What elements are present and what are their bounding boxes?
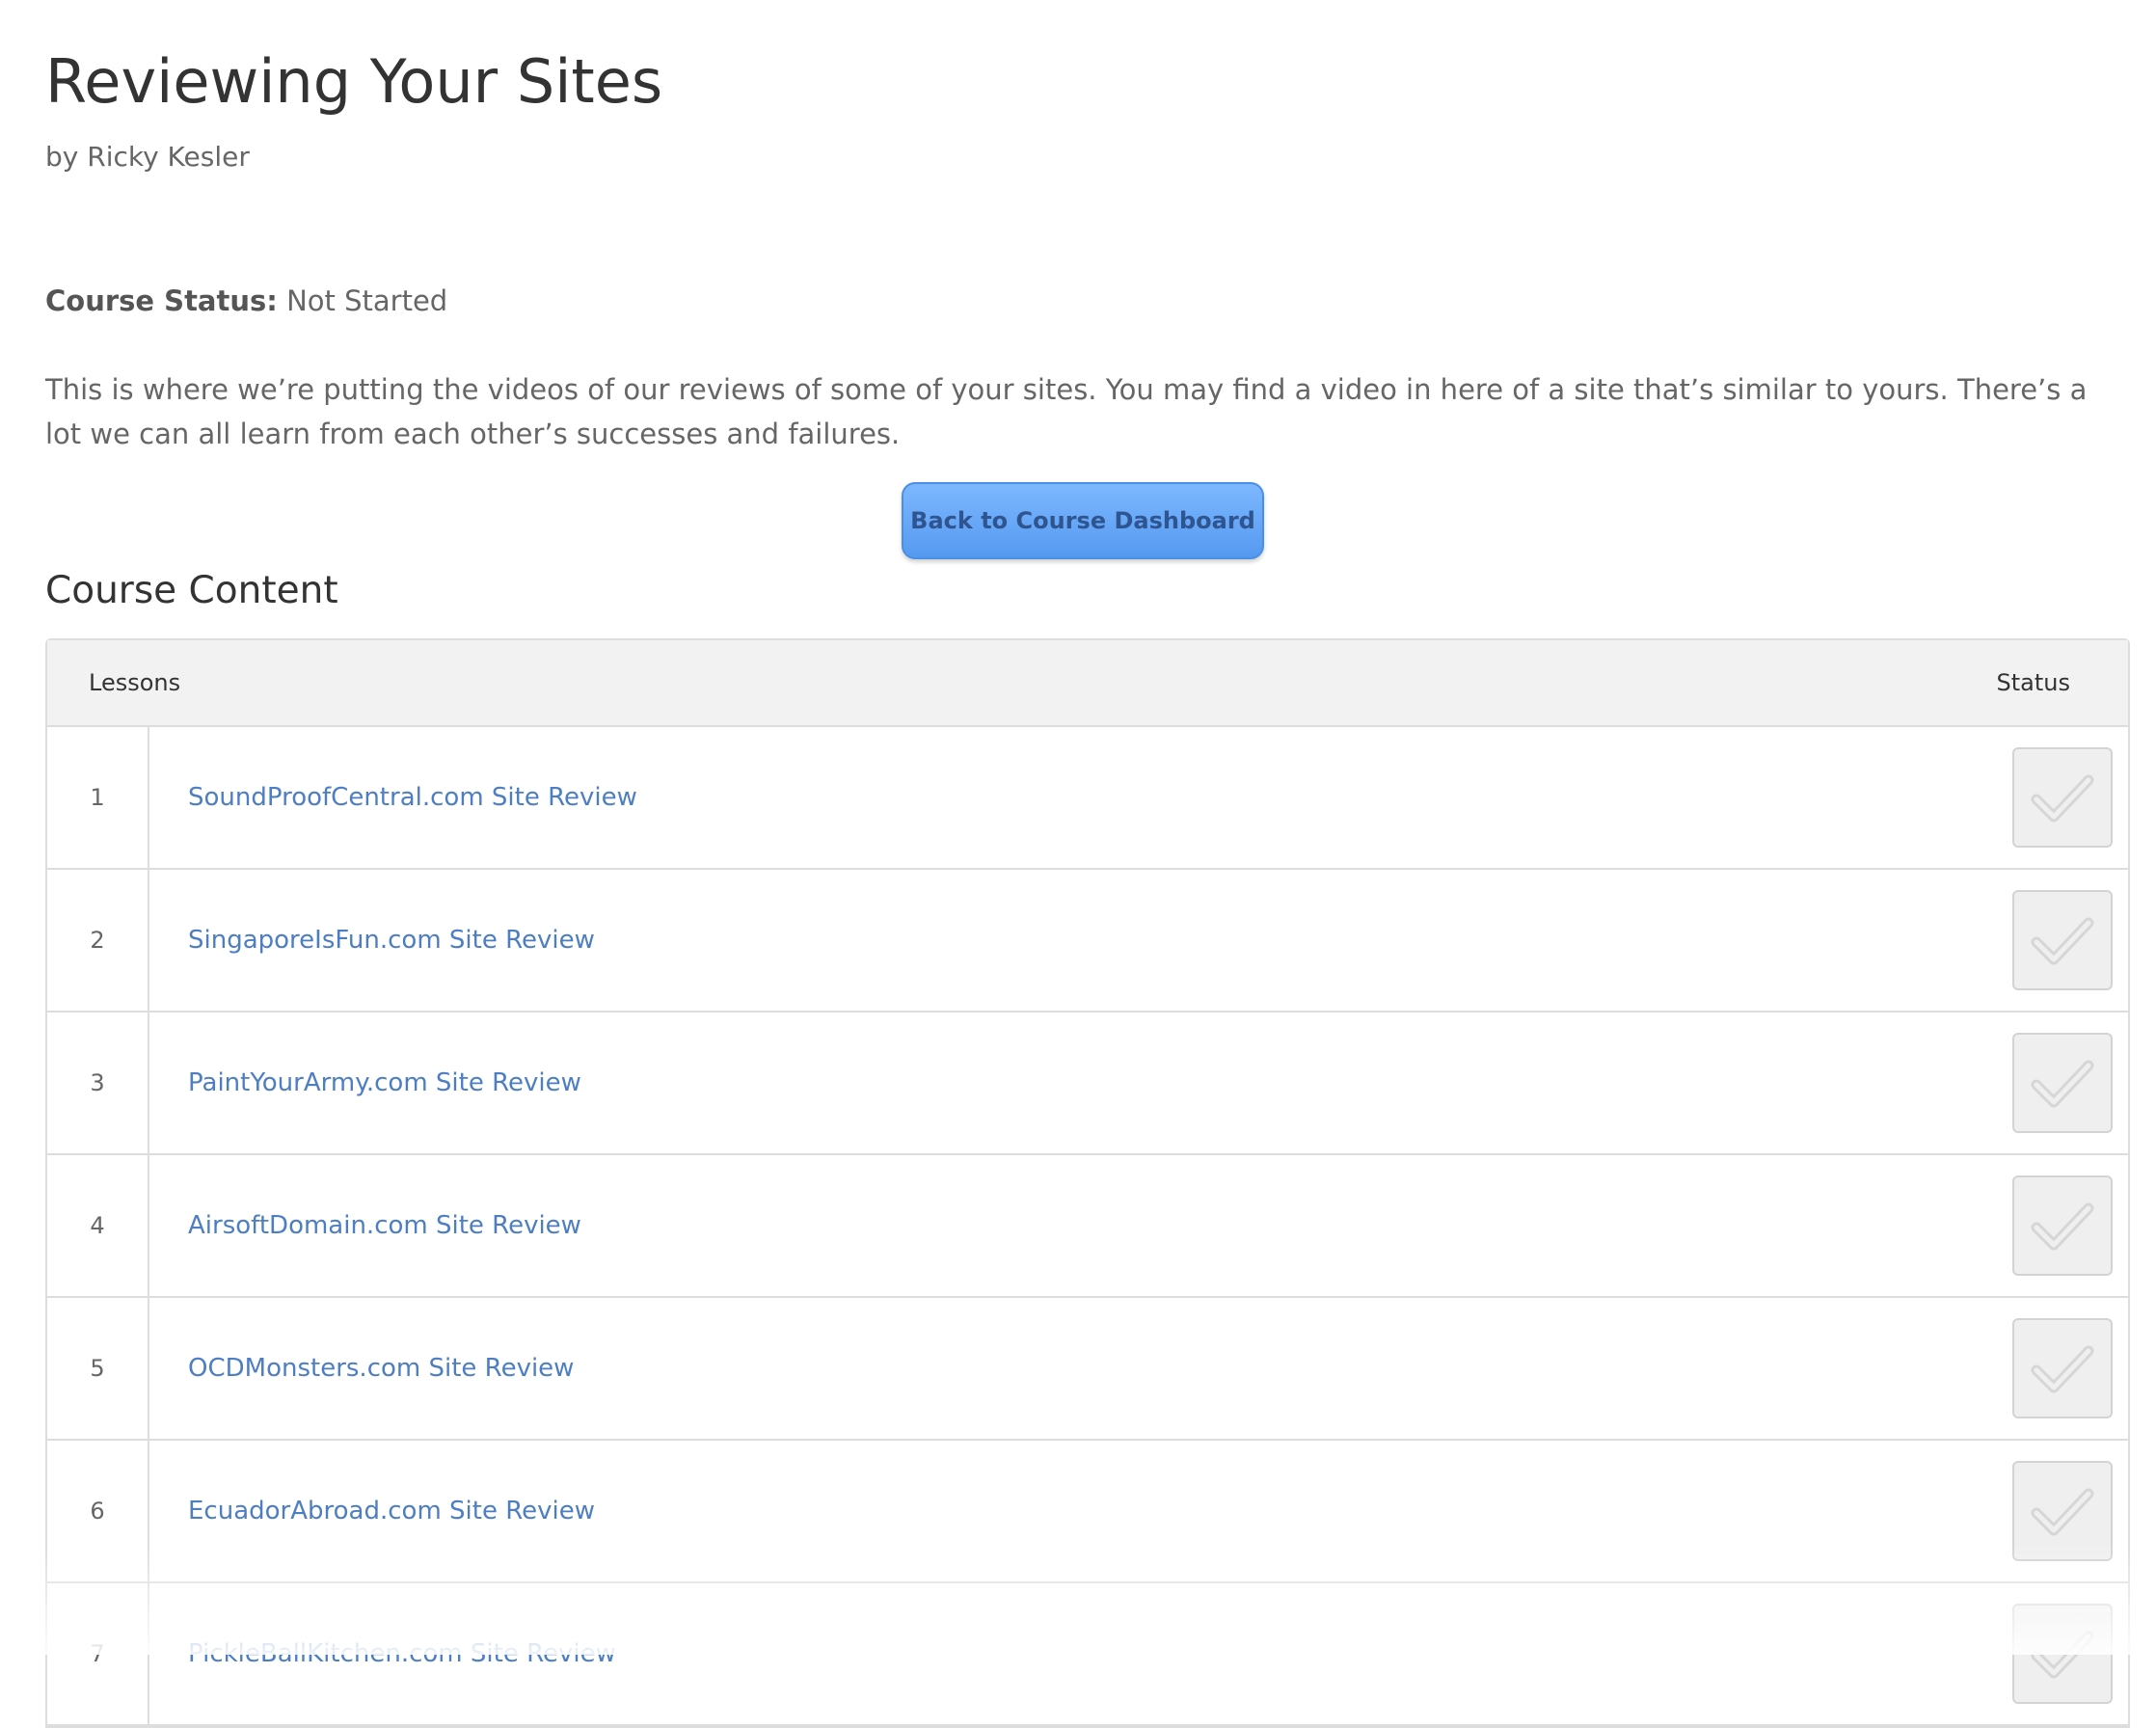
- back-to-dashboard-button[interactable]: Back to Course Dashboard: [902, 482, 1264, 559]
- lesson-status: [2012, 1441, 2128, 1581]
- lesson-number: 2: [47, 870, 149, 1011]
- lesson-link[interactable]: OCDMonsters.com Site Review: [149, 1298, 2012, 1439]
- course-description: This is where we’re putting the videos o…: [45, 373, 2088, 450]
- status-column-header: Status: [1996, 669, 2070, 696]
- table-row: 7 PickleBallKitchen.com Site Review: [47, 1583, 2128, 1726]
- lesson-status-checkbox: [2012, 1175, 2113, 1276]
- page-title: Reviewing Your Sites: [45, 46, 663, 117]
- lesson-status-checkbox: [2012, 1318, 2113, 1418]
- lesson-status-checkbox: [2012, 1604, 2113, 1704]
- lesson-number: 1: [47, 727, 149, 868]
- table-row: 2 SingaporeIsFun.com Site Review: [47, 870, 2128, 1012]
- lesson-status-checkbox: [2012, 747, 2113, 848]
- lesson-status-checkbox: [2012, 890, 2113, 990]
- lesson-link[interactable]: EcuadorAbroad.com Site Review: [149, 1441, 2012, 1581]
- lesson-status: [2012, 870, 2128, 1011]
- table-row: 1 SoundProofCentral.com Site Review: [47, 727, 2128, 870]
- lesson-link[interactable]: PickleBallKitchen.com Site Review: [149, 1583, 2012, 1724]
- table-row: 3 PaintYourArmy.com Site Review: [47, 1012, 2128, 1155]
- lessons-list: 1 SoundProofCentral.com Site Review 2 Singa…: [47, 727, 2128, 1726]
- lesson-number: 5: [47, 1298, 149, 1439]
- lesson-number: 3: [47, 1012, 149, 1153]
- course-status-label: Course Status:: [45, 284, 278, 317]
- lesson-number: 7: [47, 1583, 149, 1724]
- lesson-link[interactable]: AirsoftDomain.com Site Review: [149, 1155, 2012, 1296]
- lesson-link[interactable]: SoundProofCentral.com Site Review: [149, 727, 2012, 868]
- lesson-link[interactable]: PaintYourArmy.com Site Review: [149, 1012, 2012, 1153]
- author-byline: by Ricky Kesler: [45, 141, 250, 173]
- lesson-status: [2012, 1298, 2128, 1439]
- course-status-value: Not Started: [286, 284, 448, 317]
- course-content-title: Course Content: [45, 569, 338, 612]
- lesson-link[interactable]: SingaporeIsFun.com Site Review: [149, 870, 2012, 1011]
- lessons-table: Lessons Status 1 SoundProofCentral.com Si…: [45, 638, 2130, 1728]
- lesson-status: [2012, 727, 2128, 868]
- check-icon: [2031, 774, 2094, 823]
- lesson-status-checkbox: [2012, 1033, 2113, 1133]
- check-icon: [2031, 1060, 2094, 1108]
- table-row: 4 AirsoftDomain.com Site Review: [47, 1155, 2128, 1298]
- lesson-status: [2012, 1012, 2128, 1153]
- lesson-number: 6: [47, 1441, 149, 1581]
- lesson-number: 4: [47, 1155, 149, 1296]
- check-icon: [2031, 917, 2094, 965]
- lesson-status: [2012, 1155, 2128, 1296]
- table-row: 5 OCDMonsters.com Site Review: [47, 1298, 2128, 1441]
- table-row: 6 EcuadorAbroad.com Site Review: [47, 1441, 2128, 1583]
- check-icon: [2031, 1631, 2094, 1679]
- lesson-status-checkbox: [2012, 1461, 2113, 1561]
- lesson-status: [2012, 1583, 2128, 1724]
- lessons-column-header: Lessons: [89, 669, 181, 696]
- check-icon: [2031, 1345, 2094, 1393]
- check-icon: [2031, 1488, 2094, 1536]
- table-header: Lessons Status: [47, 640, 2128, 727]
- course-status: Course Status: Not Started: [45, 284, 447, 317]
- check-icon: [2031, 1202, 2094, 1251]
